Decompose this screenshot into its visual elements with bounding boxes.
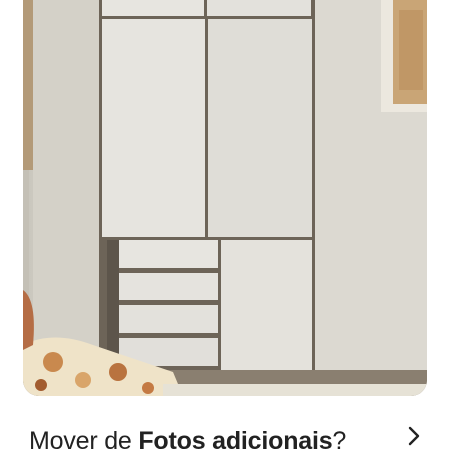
album-name: Fotos adicionais bbox=[138, 427, 333, 450]
chevron-right-icon[interactable] bbox=[400, 422, 428, 450]
move-from-album-row[interactable]: Mover de Fotos adicionais? bbox=[0, 408, 450, 450]
move-prefix: Mover de bbox=[29, 427, 139, 450]
photo-preview[interactable] bbox=[23, 0, 427, 396]
move-from-album-text: Mover de Fotos adicionais? bbox=[29, 426, 346, 450]
move-suffix: ? bbox=[332, 427, 347, 450]
wardrobe-photo bbox=[23, 0, 427, 396]
photo-detail-screen: Mover de Fotos adicionais? bbox=[0, 0, 450, 450]
